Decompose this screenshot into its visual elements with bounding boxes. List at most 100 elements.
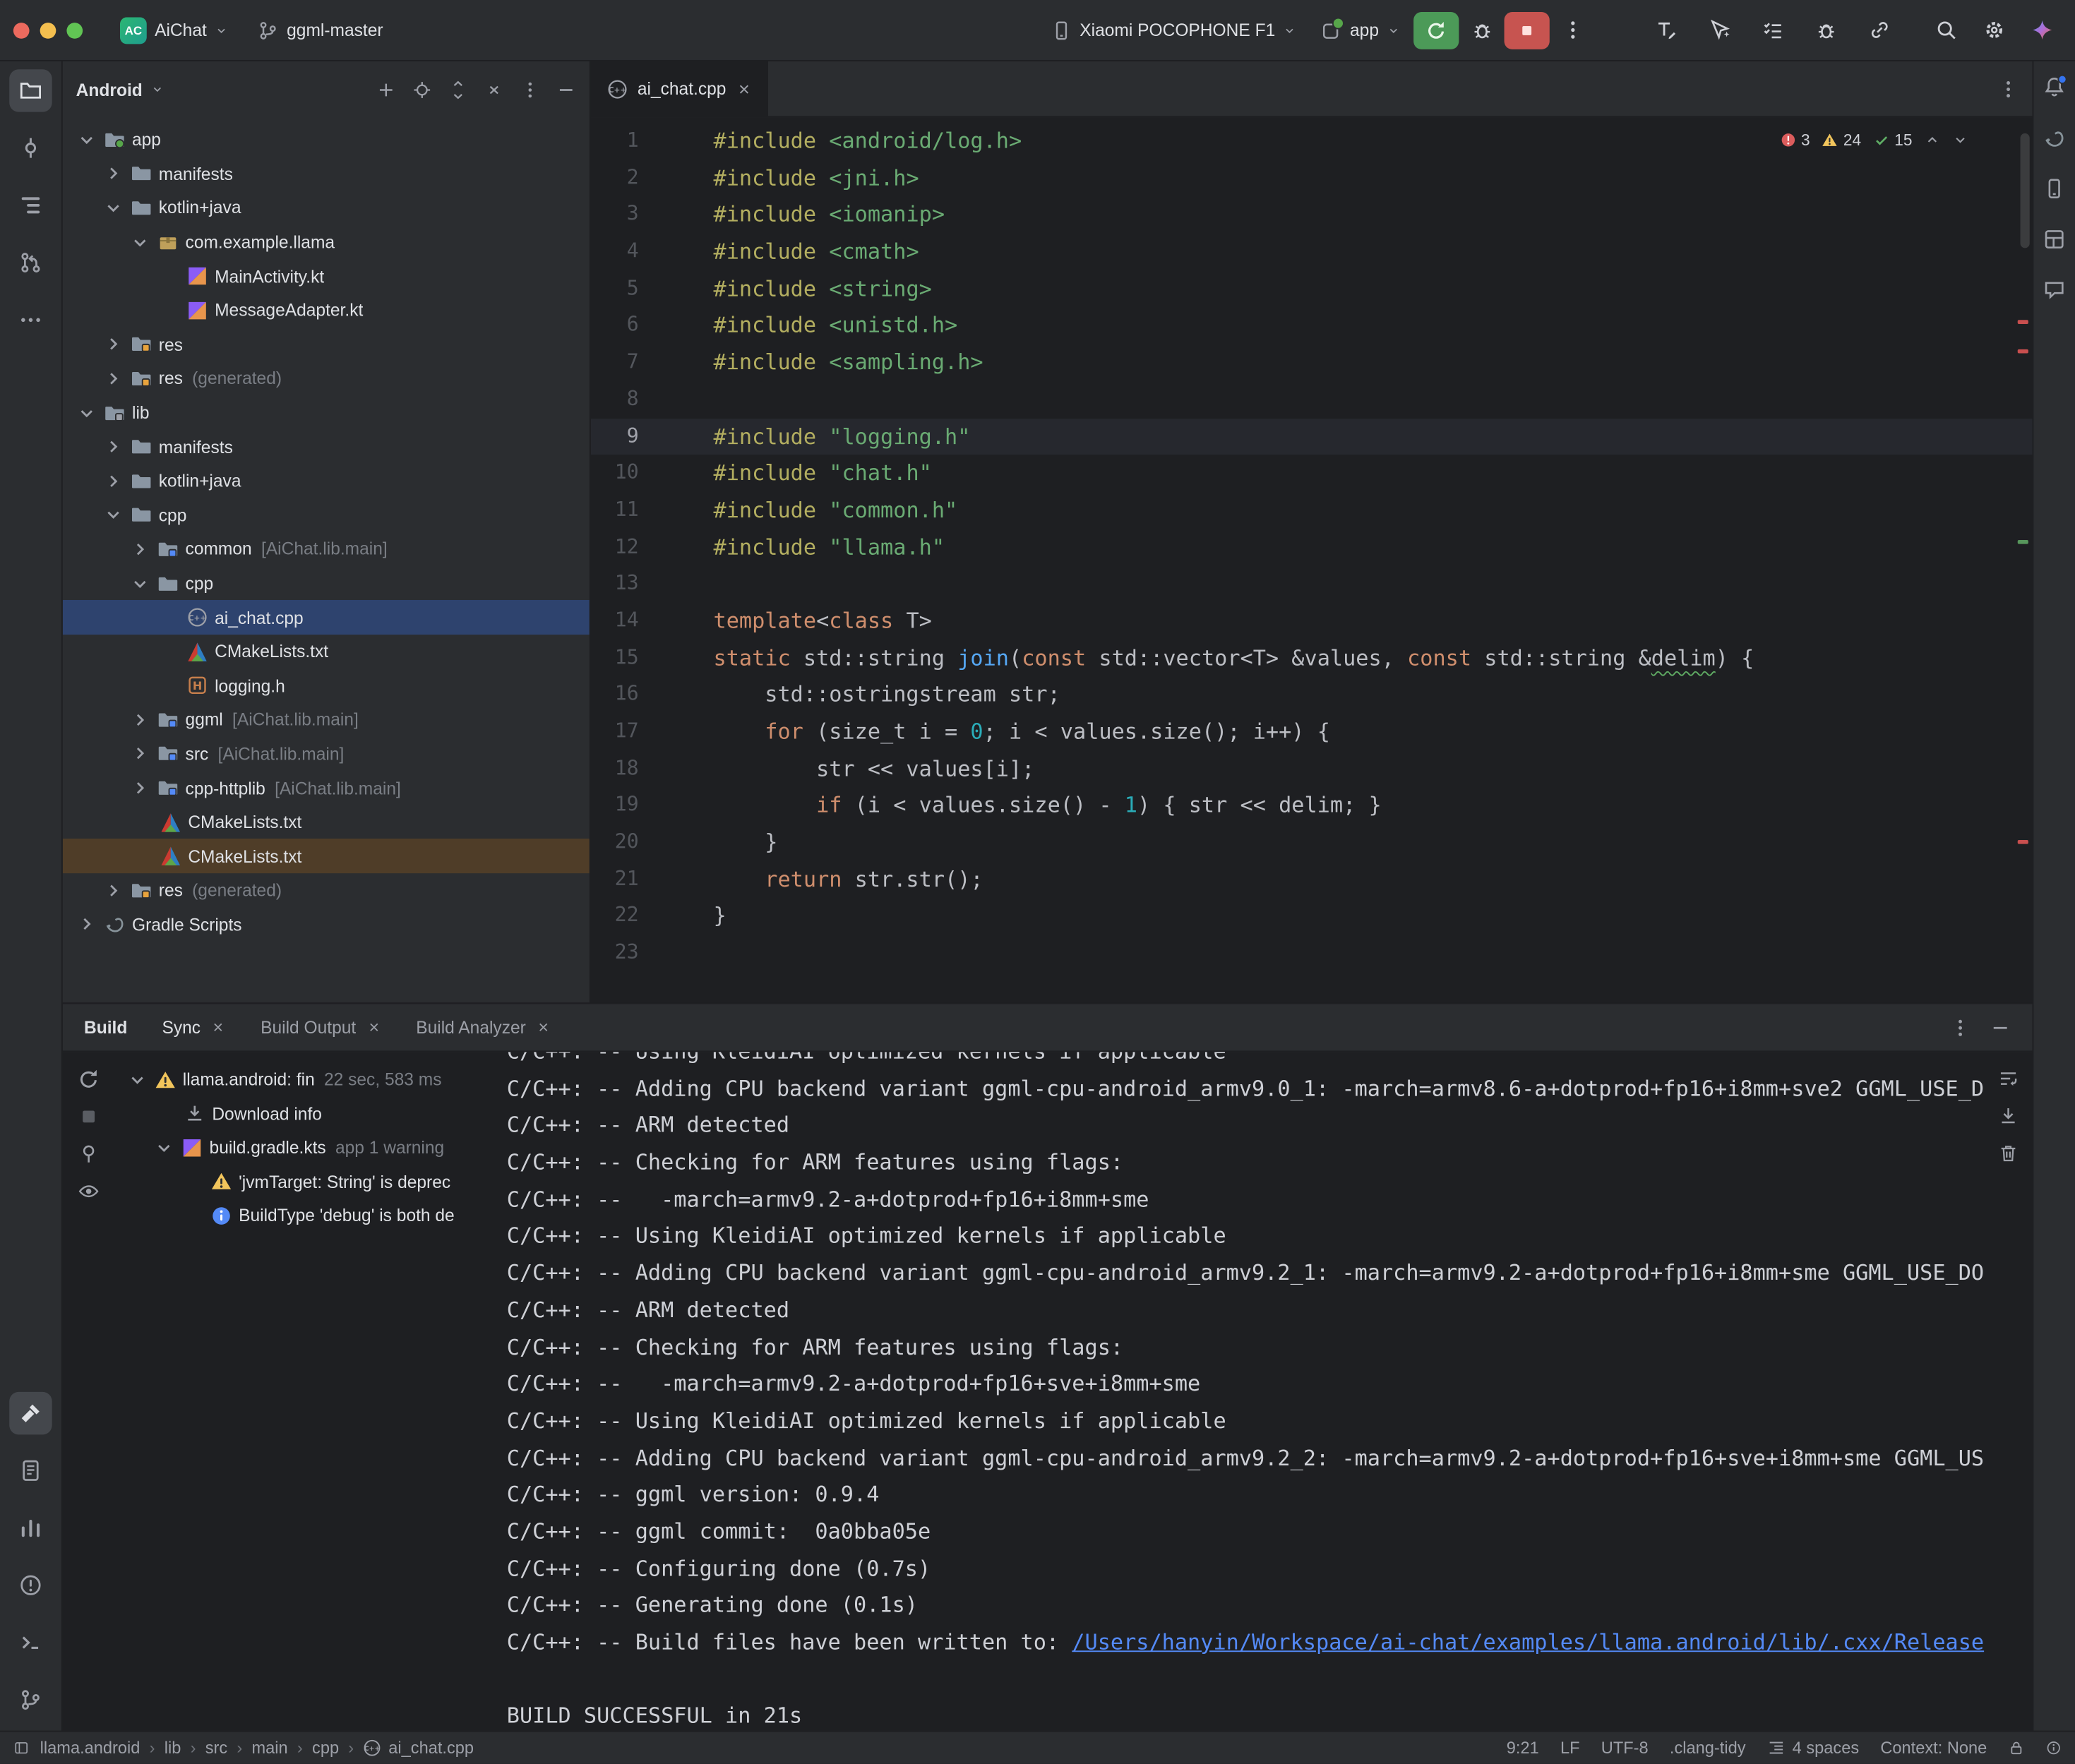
stop-sync-icon[interactable] bbox=[77, 1105, 100, 1128]
more-run-options-button[interactable] bbox=[1553, 10, 1593, 50]
chevron-right-icon[interactable] bbox=[102, 368, 124, 389]
minimize-window-button[interactable] bbox=[40, 22, 56, 38]
project-tree-item-res[interactable]: res (generated) bbox=[63, 873, 590, 907]
bug-report-icon-button[interactable] bbox=[1805, 10, 1846, 50]
notifications-bell-button[interactable] bbox=[2037, 69, 2071, 104]
gutter-line-15[interactable]: 15 bbox=[591, 640, 639, 676]
breadcrumb-lib[interactable]: lib bbox=[165, 1739, 181, 1757]
gutter-line-20[interactable]: 20 bbox=[591, 824, 639, 860]
code-editor[interactable]: 1 #include <android/log.h> 2 #include <j… bbox=[591, 117, 2033, 1002]
terminal-toolwindow-button[interactable] bbox=[9, 1621, 52, 1664]
gutter-line-13[interactable]: 13 bbox=[591, 565, 639, 602]
layout-inspector-button[interactable] bbox=[2037, 222, 2071, 256]
zoom-window-button[interactable] bbox=[66, 22, 83, 38]
collapse-all-icon[interactable] bbox=[484, 79, 504, 99]
gutter-line-11[interactable]: 11 bbox=[591, 492, 639, 529]
editor-tab-ai-chat-cpp[interactable]: C++ ai_chat.cpp bbox=[591, 61, 767, 116]
gutter-line-9[interactable]: 9 bbox=[591, 418, 639, 455]
gutter-line-4[interactable]: 4 bbox=[591, 234, 639, 270]
breadcrumb-src[interactable]: src bbox=[205, 1739, 227, 1757]
build-window-title[interactable]: Build bbox=[84, 1017, 127, 1037]
gutter-line-22[interactable]: 22 bbox=[591, 898, 639, 935]
close-tab-icon[interactable] bbox=[537, 1020, 551, 1035]
project-tree-item-res[interactable]: res (generated) bbox=[63, 361, 590, 395]
device-selector[interactable]: Xiaomi POCOPHONE F1 bbox=[1040, 10, 1308, 50]
project-tree-item-app[interactable]: app bbox=[63, 123, 590, 157]
chevron-right-icon[interactable] bbox=[76, 914, 97, 935]
project-tree-item-lib[interactable]: lib bbox=[63, 396, 590, 430]
project-tree-item-messageadapter-kt[interactable]: MessageAdapter.kt bbox=[63, 293, 590, 327]
chevron-down-icon[interactable] bbox=[129, 232, 150, 253]
assistant-chat-button[interactable] bbox=[2037, 272, 2071, 306]
project-tree-item-ai-chat-cpp[interactable]: C++ ai_chat.cpp bbox=[63, 601, 590, 635]
gutter-line-16[interactable]: 16 bbox=[591, 676, 639, 713]
project-tree-item-cmakelists-txt[interactable]: CMakeLists.txt bbox=[63, 839, 590, 873]
chevron-down-icon[interactable] bbox=[153, 1137, 174, 1158]
chevron-right-icon[interactable] bbox=[102, 436, 124, 457]
gutter-line-10[interactable]: 10 bbox=[591, 455, 639, 491]
rerun-app-button[interactable] bbox=[1413, 11, 1459, 49]
search-everywhere-button[interactable] bbox=[1925, 10, 1966, 50]
clear-console-icon[interactable] bbox=[1997, 1143, 2019, 1164]
gutter-line-23[interactable]: 23 bbox=[591, 935, 639, 971]
stop-button[interactable] bbox=[1505, 11, 1550, 49]
logcat-toolwindow-button[interactable] bbox=[9, 1449, 52, 1492]
chevron-down-icon[interactable] bbox=[129, 572, 150, 594]
chevron-down-icon[interactable] bbox=[76, 129, 97, 150]
build-toolwindow-button[interactable] bbox=[9, 1392, 52, 1434]
gutter-line-7[interactable]: 7 bbox=[591, 344, 639, 381]
re-sync-icon[interactable] bbox=[77, 1068, 100, 1091]
gutter-line-17[interactable]: 17 bbox=[591, 714, 639, 750]
run-configuration-selector[interactable]: app bbox=[1310, 10, 1411, 50]
project-tree-item-com-example-llama[interactable]: com.example.llama bbox=[63, 225, 590, 259]
more-tools-toolwindow-button[interactable] bbox=[9, 299, 52, 341]
project-folder-toolwindow-button[interactable] bbox=[9, 69, 52, 112]
debug-button[interactable] bbox=[1461, 10, 1502, 50]
hide-panel-icon[interactable] bbox=[556, 79, 576, 99]
chevron-down-icon[interactable] bbox=[76, 402, 97, 424]
build-tab-build-output[interactable]: Build Output bbox=[261, 1017, 381, 1037]
editor-scrollbar[interactable] bbox=[2021, 133, 2030, 248]
panel-options-icon[interactable] bbox=[520, 79, 540, 99]
build-options-icon[interactable] bbox=[1949, 1016, 1971, 1038]
project-tree-item-src[interactable]: src [AiChat.lib.main] bbox=[63, 737, 590, 771]
build-tab-sync[interactable]: Sync bbox=[162, 1017, 225, 1037]
chevron-down-icon[interactable] bbox=[102, 198, 124, 219]
project-widget[interactable]: AC AiChat bbox=[109, 10, 239, 50]
project-tree-item-kotlin-java[interactable]: kotlin+java bbox=[63, 191, 590, 224]
build-tree-item-llama-android-fin[interactable]: llama.android: fin 22 sec, 583 ms bbox=[114, 1062, 507, 1096]
gutter-line-12[interactable]: 12 bbox=[591, 529, 639, 565]
caret-position-widget[interactable]: 9:21 bbox=[1507, 1739, 1539, 1757]
lock-icon[interactable] bbox=[2009, 1740, 2025, 1756]
gutter-line-1[interactable]: 1 bbox=[591, 123, 639, 160]
project-tree-item-cmakelists-txt[interactable]: CMakeLists.txt bbox=[63, 635, 590, 668]
project-tree-item-cpp[interactable]: cpp bbox=[63, 498, 590, 532]
build-tree-item-download-info[interactable]: Download info bbox=[114, 1097, 507, 1131]
ai-cursor-icon-button[interactable] bbox=[1699, 10, 1739, 50]
project-view-mode[interactable]: Android bbox=[76, 79, 143, 99]
build-tree-item-build-gradle-kts[interactable]: build.gradle.kts app 1 warning bbox=[114, 1131, 507, 1165]
project-tree-item-cpp[interactable]: cpp bbox=[63, 566, 590, 600]
project-tree-item-mainactivity-kt[interactable]: MainActivity.kt bbox=[63, 259, 590, 293]
console-file-link[interactable]: /Users/hanyin/Workspace/ai-chat/examples… bbox=[1072, 1629, 1984, 1655]
project-tree-item-common[interactable]: common [AiChat.lib.main] bbox=[63, 532, 590, 566]
project-tree-item-ggml[interactable]: ggml [AiChat.lib.main] bbox=[63, 703, 590, 737]
chevron-right-icon[interactable] bbox=[129, 539, 150, 560]
ai-assistant-button[interactable] bbox=[2021, 10, 2062, 50]
gutter-line-6[interactable]: 6 bbox=[591, 307, 639, 344]
context-widget[interactable]: Context: None bbox=[1880, 1739, 1987, 1757]
task-list-icon-button[interactable] bbox=[1752, 10, 1793, 50]
scroll-to-end-icon[interactable] bbox=[1997, 1105, 2019, 1127]
chevron-right-icon[interactable] bbox=[129, 709, 150, 731]
breadcrumb-main[interactable]: main bbox=[252, 1739, 288, 1757]
build-tree-item-buildtype-debug-is-both-de[interactable]: BuildType 'debug' is both de bbox=[114, 1199, 507, 1232]
chevron-right-icon[interactable] bbox=[102, 880, 124, 901]
filter-eye-icon[interactable] bbox=[77, 1180, 100, 1203]
hide-build-panel-icon[interactable] bbox=[1990, 1016, 2011, 1038]
editor-tabs-options-icon[interactable] bbox=[1997, 78, 2019, 99]
build-tab-build-analyzer[interactable]: Build Analyzer bbox=[416, 1017, 551, 1037]
close-tab-icon[interactable] bbox=[366, 1020, 381, 1035]
gutter-line-18[interactable]: 18 bbox=[591, 750, 639, 787]
soft-wrap-icon[interactable] bbox=[1997, 1068, 2019, 1089]
error-stripe[interactable] bbox=[2014, 117, 2032, 1002]
